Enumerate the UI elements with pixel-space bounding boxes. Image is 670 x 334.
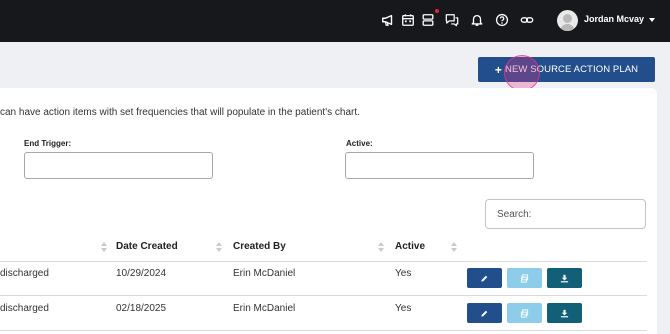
header-divider [0,261,647,262]
column-header-active[interactable]: Active [395,241,425,252]
copy-button[interactable] [507,303,542,323]
chat-icon[interactable] [445,13,459,27]
row-active: Yes [395,303,412,314]
row-active: Yes [395,268,412,279]
search-input[interactable]: Search: [485,199,646,229]
edit-button[interactable] [467,303,502,323]
edit-button[interactable] [467,268,502,288]
page-description: can have action items with set frequenci… [0,107,360,118]
link-icon[interactable] [520,13,534,27]
click-indicator [504,55,540,91]
download-button[interactable] [547,268,582,288]
column-header-date-created[interactable]: Date Created [116,241,178,252]
sort-icon[interactable] [451,242,457,252]
avatar-body [560,24,575,31]
avatar[interactable] [557,10,578,31]
user-name[interactable]: Jordan Mcvay [584,14,644,24]
sort-icon[interactable] [378,242,384,252]
end-trigger-label: End Trigger: [24,139,72,148]
pencil-icon [481,275,488,282]
top-nav-bar: Jordan Mcvay [0,0,670,42]
row-trigger: discharged [0,303,49,314]
row-created-by: Erin McDaniel [233,303,296,314]
row-divider [0,295,647,296]
row-created-by: Erin McDaniel [233,268,296,279]
row-trigger: discharged [0,268,49,279]
plus-icon: + [494,62,502,77]
megaphone-icon[interactable] [381,13,395,27]
avatar-head [563,14,572,23]
sort-icon[interactable] [101,242,107,252]
active-field[interactable] [345,152,534,179]
server-icon[interactable] [421,13,435,27]
row-date-created: 02/18/2025 [116,303,167,314]
bell-icon[interactable] [470,13,484,27]
row-divider [0,330,647,331]
sort-icon[interactable] [216,242,222,252]
download-icon [560,309,569,317]
download-button[interactable] [547,303,582,323]
copy-icon [520,273,529,283]
notification-dot [435,9,439,13]
active-label: Active: [346,139,373,148]
copy-button[interactable] [507,268,542,288]
end-trigger-field[interactable] [24,152,213,179]
download-icon [560,274,569,282]
column-header-created-by[interactable]: Created By [233,241,286,252]
row-date-created: 10/29/2024 [116,268,167,279]
pencil-icon [481,310,488,317]
calendar-icon[interactable] [401,13,415,27]
help-icon[interactable] [495,13,509,27]
copy-icon [520,308,529,318]
chevron-down-icon[interactable] [649,18,655,22]
